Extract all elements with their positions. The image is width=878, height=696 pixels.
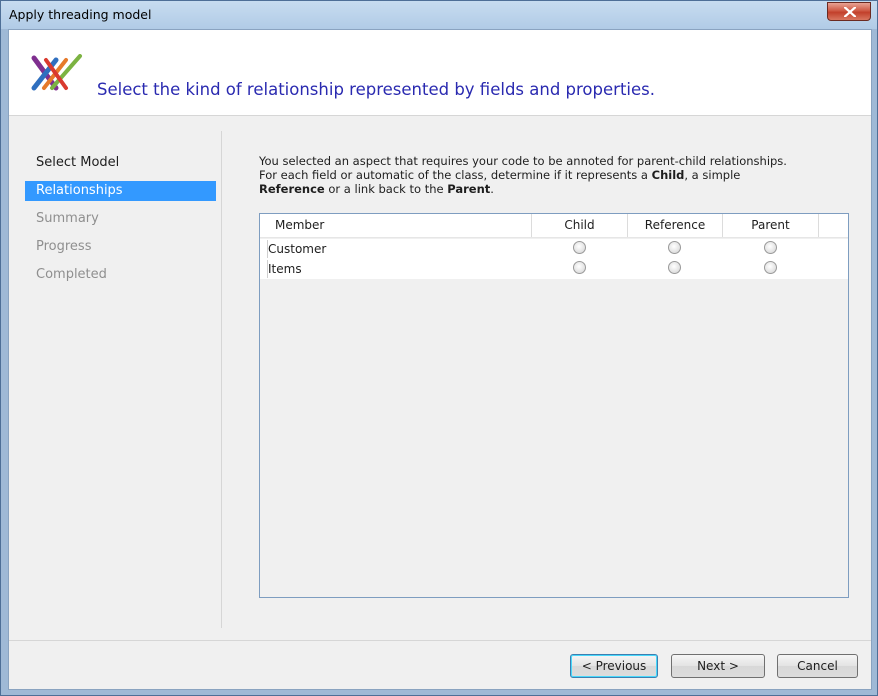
instructions-line-2: For each field or automatic of the class… (259, 168, 859, 182)
sidebar-item-progress[interactable]: Progress (25, 237, 216, 257)
instructions-reference-term: Reference (259, 182, 325, 196)
footer-divider (9, 640, 871, 641)
instructions-child-term: Child (651, 168, 685, 182)
dialog-client-area: Select the kind of relationship represen… (8, 29, 872, 690)
instructions-text-part: For each field or automatic of the class… (259, 168, 652, 182)
table-row[interactable]: Items (260, 259, 848, 279)
instructions-line-1: You selected an aspect that requires you… (259, 154, 787, 168)
instructions-text-part: , a simple (684, 168, 741, 182)
child-radio[interactable] (573, 261, 586, 274)
table-row[interactable]: Customer (260, 239, 848, 259)
reference-radio[interactable] (668, 241, 681, 254)
wizard-header: Select the kind of relationship represen… (9, 30, 871, 116)
instructions-line-3: Reference or a link back to the Parent. (259, 182, 859, 196)
sidebar-divider (221, 131, 222, 628)
grid-header: Member Child Reference Parent (260, 214, 848, 238)
member-name: Customer (266, 240, 327, 258)
reference-radio[interactable] (668, 261, 681, 274)
sidebar-item-summary[interactable]: Summary (25, 209, 216, 229)
instructions-text-part: . (490, 182, 494, 196)
page-title: Select the kind of relationship represen… (97, 80, 655, 99)
column-header-member[interactable]: Member (260, 214, 532, 237)
column-header-reference[interactable]: Reference (628, 214, 723, 237)
parent-radio[interactable] (764, 261, 777, 274)
sidebar-item-relationships[interactable]: Relationships (25, 181, 216, 201)
parent-radio[interactable] (764, 241, 777, 254)
relationships-grid[interactable]: Member Child Reference Parent Customer I… (259, 213, 849, 598)
instructions-parent-term: Parent (447, 182, 491, 196)
instructions-text: You selected an aspect that requires you… (259, 154, 859, 196)
member-name: Items (267, 260, 302, 278)
close-button[interactable] (827, 2, 871, 21)
close-icon (844, 7, 856, 17)
next-button[interactable]: Next > (671, 654, 765, 678)
cancel-button[interactable]: Cancel (777, 654, 858, 678)
window-title: Apply threading model (9, 7, 152, 22)
column-header-child[interactable]: Child (532, 214, 628, 237)
sidebar-item-select-model[interactable]: Select Model (25, 153, 216, 173)
sidebar-item-completed[interactable]: Completed (25, 265, 216, 285)
column-header-parent[interactable]: Parent (723, 214, 819, 237)
instructions-text-part: or a link back to the (324, 182, 448, 196)
previous-button[interactable]: < Previous (570, 654, 658, 678)
app-logo-icon (31, 54, 82, 91)
dialog-window: Apply threading model Select the kind of… (0, 0, 878, 696)
title-bar[interactable]: Apply threading model (1, 1, 877, 29)
child-radio[interactable] (573, 241, 586, 254)
